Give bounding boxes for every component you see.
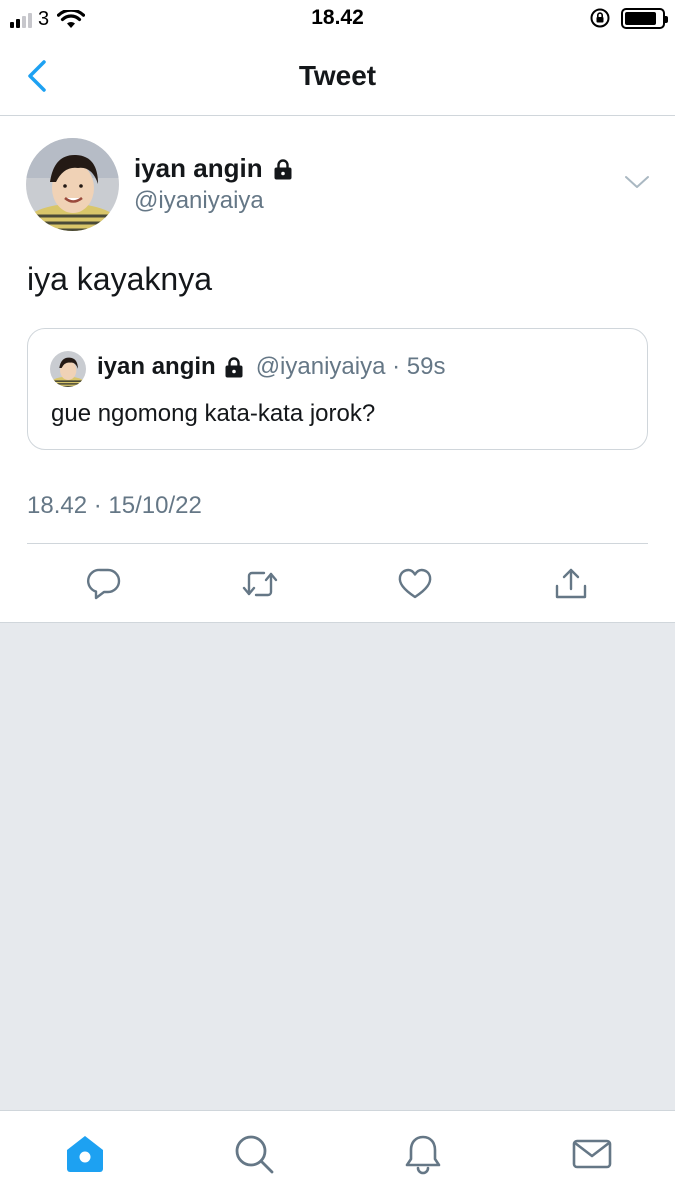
share-icon[interactable] — [553, 566, 589, 602]
reply-icon[interactable] — [86, 566, 122, 602]
rotation-lock-icon — [590, 8, 610, 28]
author-name-text: iyan angin — [134, 153, 263, 183]
quoted-avatar — [50, 351, 86, 387]
lock-icon — [274, 158, 292, 179]
author-name[interactable]: iyan angin — [134, 153, 295, 184]
battery-icon — [621, 7, 668, 29]
status-bar: 3 18.42 — [0, 0, 675, 36]
tweet-text: iya kayaknya — [27, 261, 212, 297]
quoted-meta: @iyaniyaiya · 59s — [255, 353, 446, 380]
lock-icon — [225, 357, 243, 378]
home-icon[interactable] — [64, 1133, 106, 1175]
chevron-down-icon[interactable] — [624, 174, 650, 190]
like-icon[interactable] — [397, 566, 433, 602]
search-icon[interactable] — [233, 1133, 275, 1175]
quoted-text: gue ngomong kata-kata jorok? — [51, 400, 376, 427]
tweet-timestamp: 18.42 · 15/10/22 — [27, 492, 202, 519]
quoted-author-name: iyan angin — [97, 353, 216, 380]
tab-bar — [0, 1110, 675, 1200]
avatar[interactable] — [26, 138, 119, 231]
quoted-tweet[interactable]: iyan angin @iyaniyaiya · 59s gue ngomong… — [27, 328, 648, 450]
retweet-icon[interactable] — [242, 566, 278, 602]
messages-icon[interactable] — [571, 1133, 613, 1175]
tweet-detail: iyan angin @iyaniyaiya iya kayaknya iyan… — [0, 116, 675, 622]
navigation-bar: Tweet — [0, 36, 675, 116]
empty-area — [0, 622, 675, 1110]
author-handle[interactable]: @iyaniyaiya — [134, 187, 264, 215]
page-title: Tweet — [298, 60, 377, 91]
notifications-icon[interactable] — [402, 1133, 444, 1175]
status-time: 18.42 — [311, 6, 364, 29]
tweet-actions — [0, 544, 675, 622]
